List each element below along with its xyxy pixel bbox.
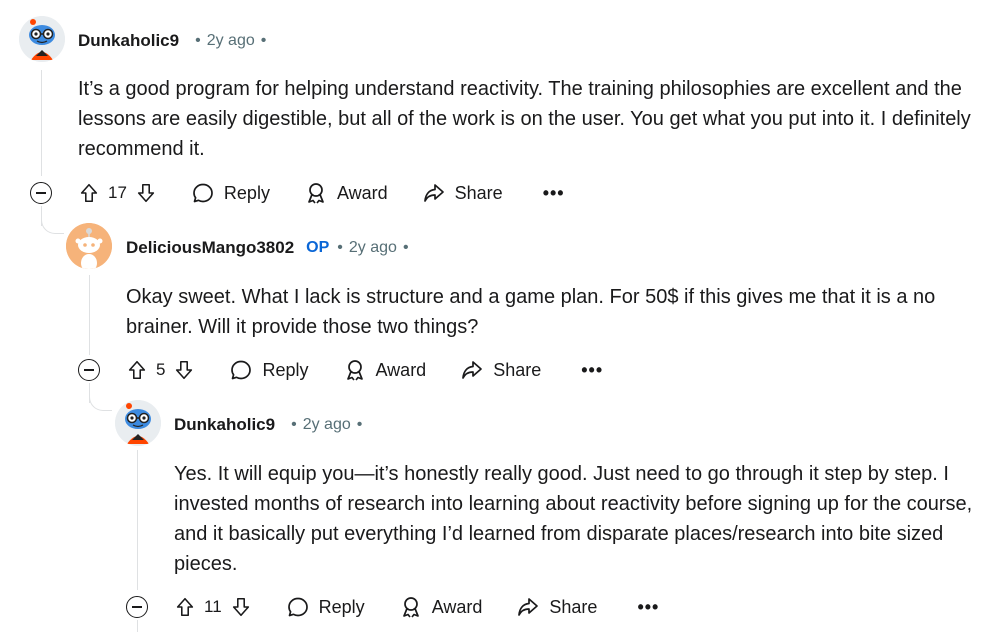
share-label: Share	[493, 359, 542, 380]
award-button[interactable]: Award	[343, 358, 427, 382]
reply-icon	[231, 360, 252, 380]
share-icon	[518, 598, 539, 616]
comment-meta: • 2y ago •	[337, 239, 409, 256]
thread-line[interactable]	[137, 450, 138, 590]
more-options-icon[interactable]: •••	[581, 360, 603, 381]
comment-body: It’s a good program for helping understa…	[78, 78, 971, 160]
upvote-icon[interactable]	[78, 182, 100, 204]
thread-connector	[41, 211, 64, 234]
collapse-thread-button[interactable]	[78, 359, 100, 381]
reply-label: Reply	[223, 182, 270, 203]
share-label: Share	[454, 182, 503, 203]
vote-score: 11	[204, 597, 222, 616]
more-options-icon[interactable]: •••	[543, 183, 565, 204]
snoo-avatar-icon	[66, 223, 112, 269]
avatar[interactable]	[19, 16, 65, 62]
share-button[interactable]: Share	[460, 358, 541, 382]
share-button[interactable]: Share	[422, 181, 503, 205]
timestamp: 2y ago	[348, 239, 397, 256]
comment-header: Dunkaholic9 • 2y ago •	[78, 29, 272, 53]
timestamp: 2y ago	[206, 32, 255, 49]
share-icon	[423, 184, 444, 202]
reply-label: Reply	[262, 359, 309, 380]
vote-score: 17	[108, 183, 127, 202]
timestamp: 2y ago	[302, 416, 351, 433]
downvote-icon[interactable]	[173, 359, 195, 381]
share-button[interactable]: Share	[516, 595, 597, 619]
snoo-avatar-icon	[19, 16, 65, 62]
username[interactable]: Dunkaholic9	[78, 31, 179, 51]
reply-button[interactable]: Reply	[229, 358, 309, 382]
username[interactable]: DeliciousMango3802	[126, 238, 294, 258]
reply-button[interactable]: Reply	[286, 595, 365, 619]
award-icon	[402, 597, 419, 618]
award-label: Award	[431, 596, 483, 617]
thread-line[interactable]	[137, 620, 138, 632]
comment-body: Okay sweet. What I lack is structure and…	[126, 286, 936, 338]
reply-label: Reply	[318, 596, 365, 617]
op-badge: OP	[306, 239, 330, 256]
award-button[interactable]: Award	[304, 181, 388, 205]
collapse-thread-button[interactable]	[126, 596, 148, 618]
upvote-icon[interactable]	[126, 359, 148, 381]
comment-actions: 17 Reply Award Share •••	[78, 176, 565, 210]
vote-controls: 5	[126, 359, 195, 381]
avatar[interactable]	[115, 400, 161, 446]
downvote-icon[interactable]	[135, 182, 157, 204]
username[interactable]: Dunkaholic9	[174, 415, 275, 435]
award-button[interactable]: Award	[399, 595, 483, 619]
comment-actions: 5 Reply Award Share •••	[126, 353, 603, 387]
share-icon	[462, 361, 483, 379]
thread-line[interactable]	[41, 70, 42, 176]
thread-line[interactable]	[89, 275, 90, 355]
more-options-icon[interactable]: •••	[637, 597, 659, 618]
snoo-avatar-icon	[115, 400, 161, 446]
comment-header: DeliciousMango3802 OP • 2y ago •	[126, 236, 415, 260]
award-label: Award	[375, 359, 427, 380]
thread-connector	[89, 388, 112, 411]
comment-header: Dunkaholic9 • 2y ago •	[174, 413, 368, 437]
comment-actions: 11 Reply Award Share •••	[174, 590, 659, 624]
share-label: Share	[549, 596, 598, 617]
reply-icon	[193, 183, 213, 203]
award-icon	[308, 183, 324, 204]
upvote-icon[interactable]	[174, 596, 196, 618]
collapse-thread-button[interactable]	[30, 182, 52, 204]
comment-meta: • 2y ago •	[195, 32, 267, 49]
vote-controls: 11	[174, 596, 252, 618]
comment-meta: • 2y ago •	[291, 416, 363, 433]
vote-score: 5	[156, 360, 166, 379]
award-icon	[346, 360, 363, 381]
vote-controls: 17	[78, 182, 157, 204]
reply-button[interactable]: Reply	[191, 181, 270, 205]
comment-body: Yes. It will equip you—it’s honestly rea…	[174, 463, 973, 575]
downvote-icon[interactable]	[230, 596, 252, 618]
reply-icon	[287, 597, 308, 617]
avatar[interactable]	[66, 223, 112, 269]
award-label: Award	[336, 182, 388, 203]
